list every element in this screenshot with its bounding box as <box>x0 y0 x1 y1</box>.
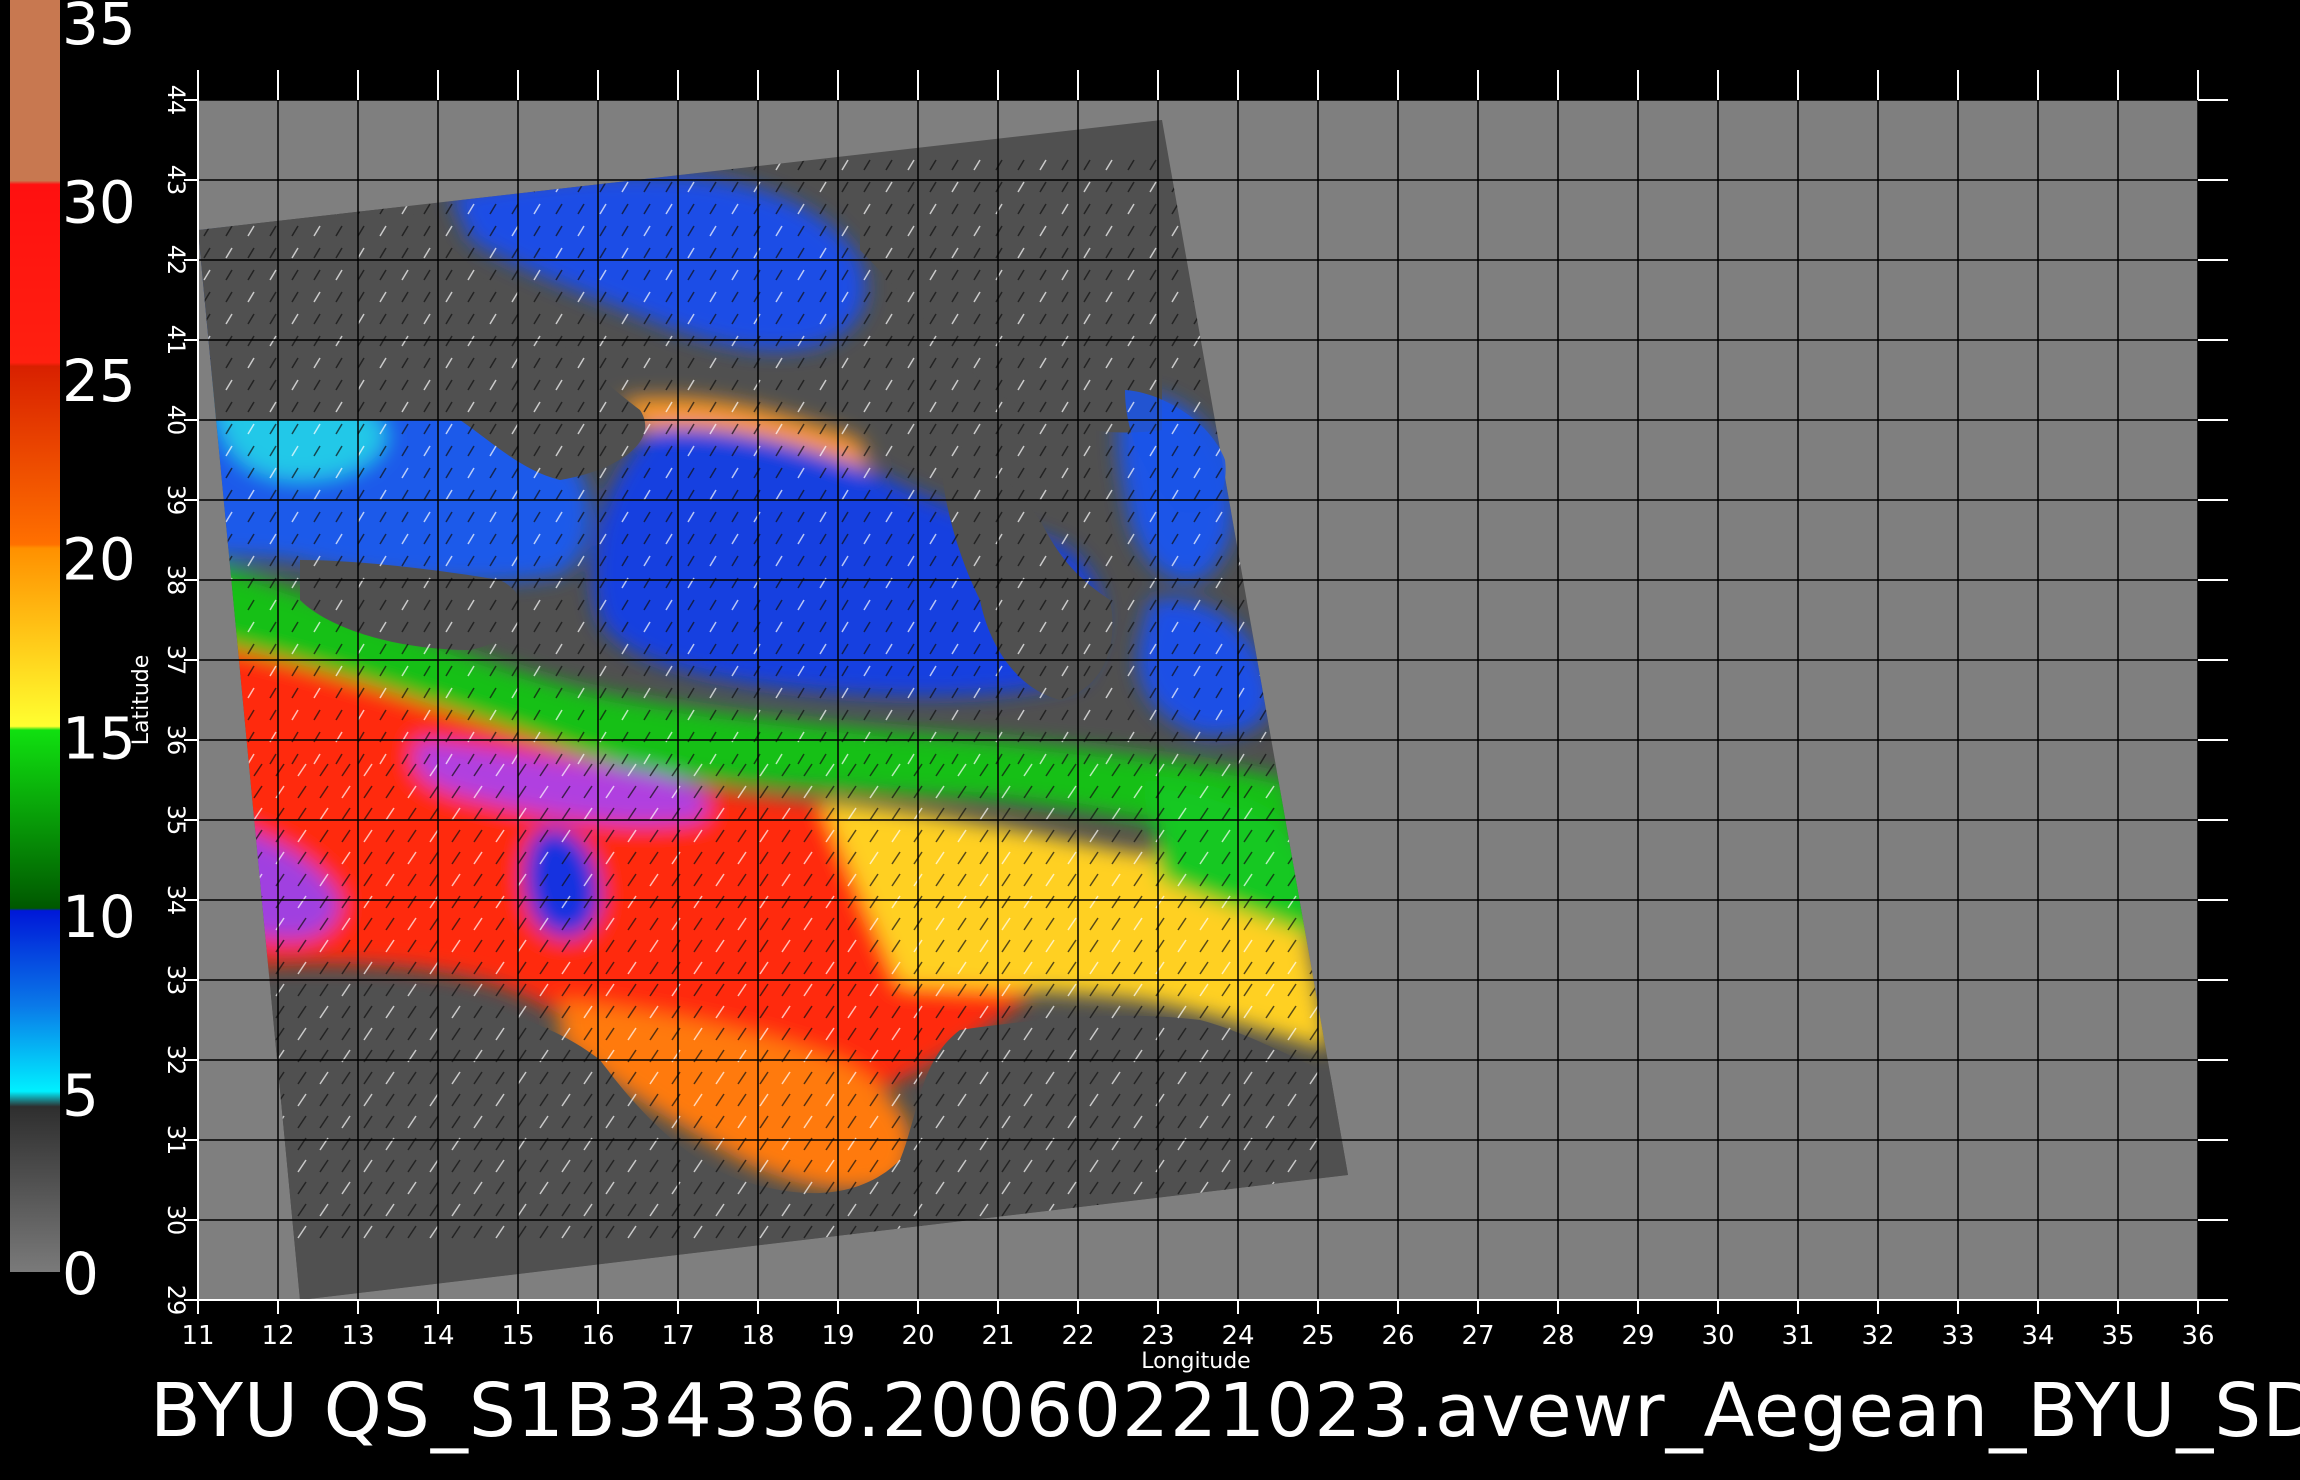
longitude-tick-label: 13 <box>341 1321 374 1351</box>
longitude-tick-label: 20 <box>901 1321 934 1351</box>
colorbar-tick-label: 20 <box>62 526 136 594</box>
longitude-tick-label: 33 <box>1941 1321 1974 1351</box>
longitude-tick-label: 34 <box>2021 1321 2054 1351</box>
latitude-tick-label: 29 <box>162 1285 190 1316</box>
longitude-tick-label: 36 <box>2181 1321 2214 1351</box>
latitude-tick-label: 44 <box>162 85 190 116</box>
longitude-tick-label: 28 <box>1541 1321 1574 1351</box>
longitude-tick-label: 27 <box>1461 1321 1494 1351</box>
latitude-tick-label: 37 <box>162 645 190 676</box>
latitude-tick-label: 40 <box>162 405 190 436</box>
colorbar-tick-label: 35 <box>62 0 136 58</box>
colorbar: 35 30 25 20 15 10 5 0 <box>10 0 136 1308</box>
latitude-tick-label: 42 <box>162 245 190 276</box>
latitude-tick-label: 39 <box>162 485 190 516</box>
longitude-tick-label: 22 <box>1061 1321 1094 1351</box>
latitude-tick-label: 34 <box>162 885 190 916</box>
colorbar-scale <box>10 0 60 1272</box>
latitude-tick-label: 38 <box>162 565 190 596</box>
wind-speed-map-figure: 35 30 25 20 15 10 5 0 11 12 13 14 15 16 17 18 1… <box>10 0 2228 1374</box>
y-axis-label: Latitude <box>129 655 154 746</box>
latitude-tick-label: 43 <box>162 165 190 196</box>
longitude-tick-label: 26 <box>1381 1321 1414 1351</box>
longitude-tick-label: 17 <box>661 1321 694 1351</box>
latitude-tick-label: 41 <box>162 325 190 356</box>
colorbar-tick-labels: 35 30 25 20 15 10 5 0 <box>62 0 136 1308</box>
longitude-tick-label: 19 <box>821 1321 854 1351</box>
colorbar-tick-label: 15 <box>62 704 136 772</box>
map-plot-area: 11 12 13 14 15 16 17 18 19 20 21 22 23 24 25 26 27 28 29 30… <box>129 70 2228 1374</box>
latitude-tick-label: 30 <box>162 1205 190 1236</box>
latitude-tick-label: 32 <box>162 1045 190 1076</box>
longitude-tick-label: 25 <box>1301 1321 1334 1351</box>
latitude-tick-label: 33 <box>162 965 190 996</box>
longitude-tick-label: 29 <box>1621 1321 1654 1351</box>
longitude-tick-label: 30 <box>1701 1321 1734 1351</box>
latitude-tick-labels: 29 30 31 32 33 34 35 36 37 38 39 40 41 42 43 44 <box>162 85 190 1316</box>
colorbar-tick-label: 0 <box>62 1240 99 1308</box>
latitude-tick-label: 36 <box>162 725 190 756</box>
longitude-tick-label: 35 <box>2101 1321 2134 1351</box>
longitude-tick-label: 11 <box>181 1321 214 1351</box>
image-caption: BYU QS_S1B34336.20060221023.avewr_Aegean… <box>150 1368 2300 1454</box>
colorbar-tick-label: 30 <box>62 169 136 237</box>
longitude-tick-label: 31 <box>1781 1321 1814 1351</box>
longitude-tick-labels: 11 12 13 14 15 16 17 18 19 20 21 22 23 24 25 26 27 28 29 30… <box>181 1321 2214 1351</box>
longitude-tick-label: 15 <box>501 1321 534 1351</box>
longitude-tick-label: 21 <box>981 1321 1014 1351</box>
longitude-tick-label: 23 <box>1141 1321 1174 1351</box>
longitude-tick-label: 16 <box>581 1321 614 1351</box>
longitude-tick-label: 32 <box>1861 1321 1894 1351</box>
colorbar-tick-label: 25 <box>62 347 136 415</box>
latitude-tick-label: 35 <box>162 805 190 836</box>
longitude-tick-label: 14 <box>421 1321 454 1351</box>
latitude-tick-label: 31 <box>162 1125 190 1156</box>
colorbar-tick-label: 5 <box>62 1061 99 1129</box>
longitude-tick-label: 12 <box>261 1321 294 1351</box>
longitude-tick-label: 18 <box>741 1321 774 1351</box>
longitude-tick-label: 24 <box>1221 1321 1254 1351</box>
colorbar-tick-label: 10 <box>62 883 136 951</box>
